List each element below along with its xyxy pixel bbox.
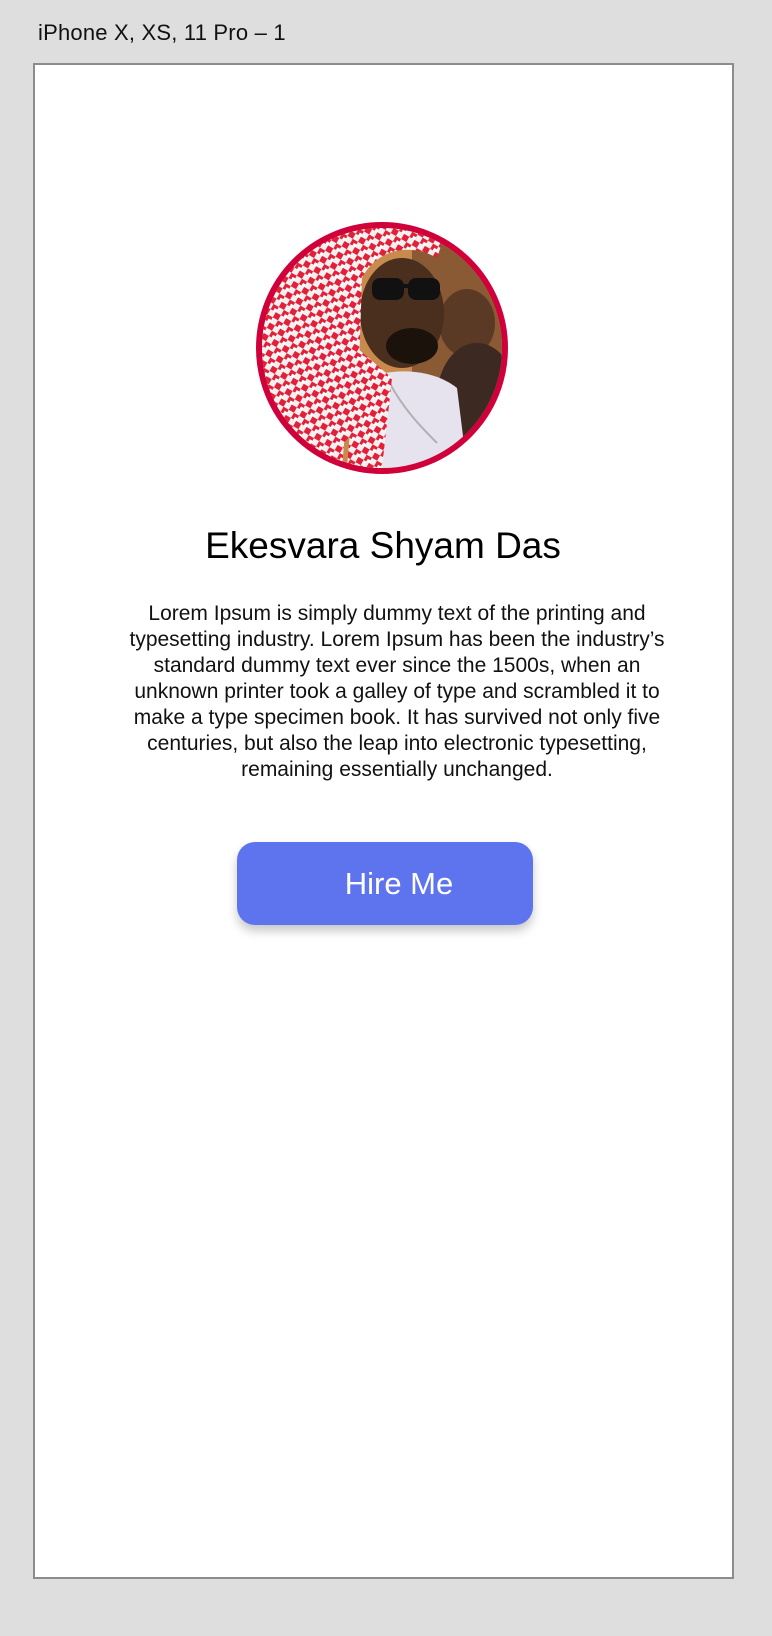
profile-name: Ekesvara Shyam Das — [205, 525, 561, 566]
artboard-label: iPhone X, XS, 11 Pro – 1 — [38, 20, 286, 45]
profile-avatar — [256, 222, 508, 474]
avatar-photo — [262, 228, 502, 468]
hire-me-button[interactable]: Hire Me — [237, 842, 533, 925]
profile-bio: Lorem Ipsum is simply dummy text of the … — [129, 602, 665, 781]
artboard: Ekesvara Shyam Das Lorem Ipsum is simply… — [33, 63, 734, 1579]
